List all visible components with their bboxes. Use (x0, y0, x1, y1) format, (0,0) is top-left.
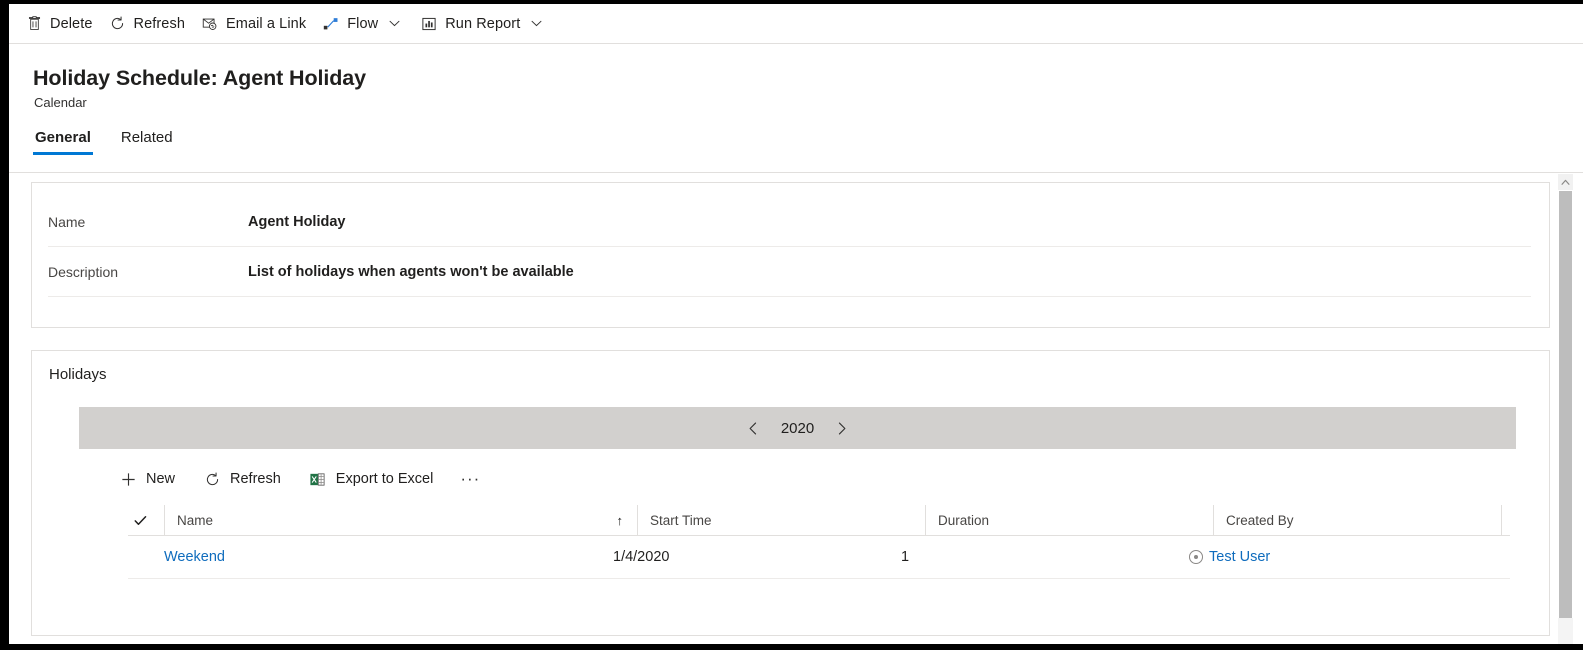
cell-created-by: Test User (1177, 536, 1465, 578)
export-to-excel-button[interactable]: Export to Excel (300, 463, 443, 495)
export-to-excel-label: Export to Excel (335, 471, 434, 487)
year-navigation-bar: 2020 (79, 407, 1516, 449)
grid-header-row: Name ↑ Start Time Duration Created By (128, 505, 1510, 536)
flow-icon (322, 15, 340, 33)
column-header-created-by-label: Created By (1226, 512, 1294, 528)
holiday-name-link[interactable]: Weekend (164, 549, 225, 565)
flow-button[interactable]: Flow (314, 7, 412, 41)
holidays-subgrid-card: Holidays 2020 New Refresh Export to Exce… (31, 350, 1550, 636)
description-field-value[interactable]: List of holidays when agents won't be av… (248, 264, 574, 280)
excel-icon (309, 470, 327, 488)
created-by-link[interactable]: Test User (1209, 549, 1270, 565)
page-header: Holiday Schedule: Agent Holiday Calendar… (9, 45, 1583, 173)
vertical-scrollbar[interactable] (1558, 174, 1573, 644)
name-field-label: Name (48, 213, 86, 230)
email-link-icon (201, 15, 219, 33)
grid-overflow-menu-button[interactable]: ··· (452, 470, 488, 487)
window-frame: Delete Refresh Email a Link Flow Run Rep… (0, 0, 1583, 650)
column-header-end-divider (1501, 505, 1511, 535)
new-label: New (146, 471, 176, 487)
chevron-right-icon[interactable] (829, 415, 855, 441)
flow-label: Flow (347, 15, 379, 32)
tab-general[interactable]: General (33, 129, 93, 155)
refresh-button[interactable]: Refresh (101, 7, 193, 41)
scrollbar-track[interactable] (1558, 618, 1573, 644)
holidays-data-grid: Name ↑ Start Time Duration Created By We… (128, 505, 1510, 579)
refresh-label: Refresh (133, 15, 185, 32)
tab-related[interactable]: Related (119, 129, 175, 155)
run-report-chevron-down-icon[interactable] (526, 14, 546, 34)
grid-refresh-button[interactable]: Refresh (194, 463, 290, 495)
sort-ascending-icon: ↑ (616, 512, 624, 528)
general-section-card: Name Agent Holiday Description List of h… (31, 182, 1550, 328)
email-a-link-button[interactable]: Email a Link (193, 7, 314, 41)
new-button[interactable]: New (110, 463, 184, 495)
name-field-value[interactable]: Agent Holiday (248, 214, 345, 230)
refresh-icon (109, 15, 127, 33)
delete-label: Delete (50, 15, 93, 32)
refresh-icon (203, 470, 221, 488)
page-subtitle: Calendar (34, 95, 87, 110)
column-header-created-by[interactable]: Created By (1213, 505, 1501, 535)
app-root: Delete Refresh Email a Link Flow Run Rep… (9, 4, 1583, 644)
description-field-label: Description (48, 263, 119, 280)
column-header-name[interactable]: Name ↑ (164, 505, 637, 535)
cell-duration: 1 (901, 549, 910, 565)
grid-refresh-label: Refresh (230, 471, 281, 487)
column-header-start-time[interactable]: Start Time (637, 505, 925, 535)
scroll-up-arrow-icon[interactable] (1558, 174, 1573, 190)
form-body: Name Agent Holiday Description List of h… (9, 174, 1583, 644)
run-report-button[interactable]: Run Report (412, 7, 554, 41)
column-header-duration[interactable]: Duration (925, 505, 1213, 535)
email-a-link-label: Email a Link (226, 15, 307, 32)
plus-icon (119, 470, 137, 488)
select-all-checkmark-icon[interactable] (128, 513, 164, 528)
run-report-label: Run Report (445, 15, 521, 32)
chevron-left-icon[interactable] (741, 415, 767, 441)
trash-icon (25, 15, 43, 33)
holidays-heading: Holidays (49, 366, 107, 383)
column-header-name-label: Name (177, 512, 214, 528)
scrollbar-thumb[interactable] (1559, 191, 1572, 618)
flow-chevron-down-icon[interactable] (384, 14, 404, 34)
cell-name: Weekend (128, 536, 601, 578)
page-title: Holiday Schedule: Agent Holiday (33, 66, 366, 90)
delete-button[interactable]: Delete (17, 7, 101, 41)
field-row-description: Description List of holidays when agents… (48, 247, 1531, 297)
cell-start-time: 1/4/2020 (613, 549, 670, 565)
contact-avatar-icon (1189, 550, 1203, 564)
table-row[interactable]: Weekend 1/4/2020 1 Test User (128, 536, 1510, 579)
run-report-icon (420, 15, 438, 33)
subgrid-toolbar: New Refresh Export to Excel ··· (110, 461, 488, 497)
field-row-name: Name Agent Holiday (48, 197, 1531, 247)
column-header-start-time-label: Start Time (650, 512, 712, 528)
tabstrip: General Related (33, 129, 201, 155)
command-bar: Delete Refresh Email a Link Flow Run Rep… (9, 4, 1583, 44)
column-header-duration-label: Duration (938, 512, 990, 528)
year-label: 2020 (780, 419, 815, 437)
